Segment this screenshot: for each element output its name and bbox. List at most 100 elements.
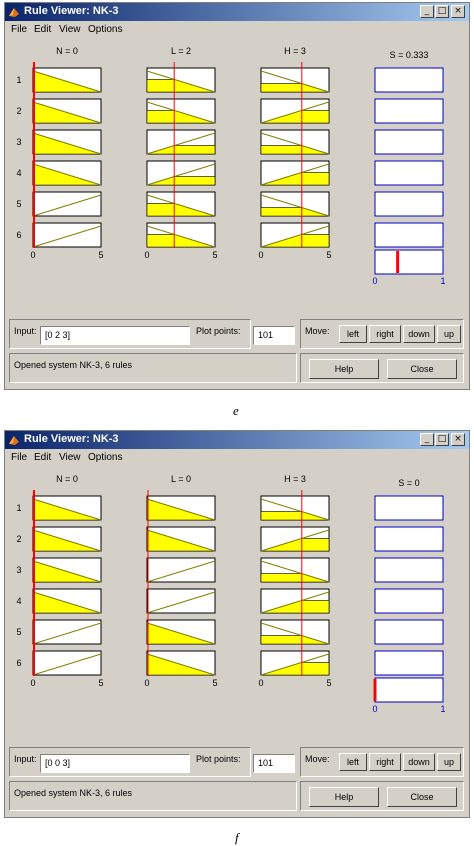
output-plot-box: [374, 160, 444, 186]
rule-viewer-window-e: Rule Viewer: NK-3 _ □ × File Edit View O…: [4, 2, 470, 390]
axis-min-label: 0: [144, 678, 149, 688]
output-plot-box: [374, 222, 444, 248]
window-title: Rule Viewer: NK-3: [24, 5, 119, 17]
input-variable-title: L = 2: [171, 46, 191, 56]
help-button[interactable]: Help: [309, 787, 379, 807]
move-down-button[interactable]: down: [403, 325, 435, 343]
rule-number: 6: [16, 230, 21, 240]
axis-max-label: 5: [98, 678, 103, 688]
rule-plot-area: N = 0L = 2H = 3S = 0.3331234560 5 0 5 0 50 1: [16, 46, 445, 286]
matlab-logo-icon: [9, 436, 19, 445]
move-down-button[interactable]: down: [403, 753, 435, 771]
menu-file[interactable]: File: [11, 24, 27, 35]
input-panel: Input: [0 2 3] Plot points:: [9, 319, 251, 349]
axis-min-label: 0: [144, 250, 149, 260]
status-panel: Opened system NK-3, 6 rules: [9, 353, 297, 383]
menu-bar: File Edit View Options: [5, 22, 469, 38]
move-up-button[interactable]: up: [437, 325, 461, 343]
input-variable-title: N = 0: [56, 46, 78, 56]
rule-number: 3: [16, 565, 21, 575]
move-left-button[interactable]: left: [339, 753, 367, 771]
rule-number: 2: [16, 106, 21, 116]
plot-points-field[interactable]: 101: [253, 326, 295, 345]
menu-file[interactable]: File: [11, 452, 27, 463]
minimize-button[interactable]: _: [420, 5, 434, 18]
axis-min-label: 0: [258, 678, 263, 688]
axis-max-label: 5: [326, 678, 331, 688]
help-close-panel: Help Close: [300, 781, 464, 811]
aggregated-output-box: [374, 249, 444, 275]
close-button[interactable]: Close: [387, 359, 457, 379]
move-up-button[interactable]: up: [437, 753, 461, 771]
axis-max-label: 5: [212, 250, 217, 260]
input-label: Input:: [14, 754, 37, 764]
input-variable-title: H = 3: [284, 474, 306, 484]
close-window-button[interactable]: ×: [451, 5, 465, 18]
output-axis-min-label: 0: [372, 276, 377, 286]
maximize-button[interactable]: □: [435, 5, 449, 18]
rule-number: 2: [16, 534, 21, 544]
maximize-button[interactable]: □: [435, 433, 449, 446]
output-plot-box: [374, 619, 444, 645]
axis-max-label: 5: [212, 678, 217, 688]
title-bar: Rule Viewer: NK-3 _ □ ×: [5, 431, 469, 449]
output-plot-box: [374, 191, 444, 217]
input-label: Input:: [14, 326, 37, 336]
move-right-button[interactable]: right: [369, 753, 401, 771]
output-axis-max-label: 1: [440, 276, 445, 286]
input-field[interactable]: [0 2 3]: [40, 326, 190, 345]
rule-number: 4: [16, 168, 21, 178]
axis-min-label: 0: [30, 678, 35, 688]
rule-number: 1: [16, 503, 21, 513]
output-plot-box: [374, 557, 444, 583]
axis-min-label: 0: [258, 250, 263, 260]
help-button[interactable]: Help: [309, 359, 379, 379]
status-panel: Opened system NK-3, 6 rules: [9, 781, 297, 811]
output-plot-box: [374, 495, 444, 521]
input-panel: Input: [0 0 3] Plot points:: [9, 747, 251, 777]
status-text: Opened system NK-3, 6 rules: [14, 360, 133, 370]
output-variable-title: S = 0: [398, 478, 419, 488]
close-window-button[interactable]: ×: [451, 433, 465, 446]
plot-points-label: Plot points:: [196, 754, 241, 764]
move-right-button[interactable]: right: [369, 325, 401, 343]
caption-e: e: [233, 403, 239, 418]
rule-number: 1: [16, 75, 21, 85]
aggregated-output-box: [374, 677, 444, 703]
plot-points-field[interactable]: 101: [253, 754, 295, 773]
output-axis-min-label: 0: [372, 704, 377, 714]
rule-viewer-window-f: Rule Viewer: NK-3 _ □ × File Edit View O…: [4, 430, 470, 818]
rule-number: 5: [16, 627, 21, 637]
caption-f: f: [235, 830, 239, 845]
rule-number: 5: [16, 199, 21, 209]
move-panel: Move: left right down up: [300, 319, 464, 349]
minimize-button[interactable]: _: [420, 433, 434, 446]
menu-view[interactable]: View: [59, 452, 81, 463]
axis-max-label: 5: [98, 250, 103, 260]
output-plot-box: [374, 129, 444, 155]
close-button[interactable]: Close: [387, 787, 457, 807]
title-bar: Rule Viewer: NK-3 _ □ ×: [5, 3, 469, 21]
menu-options[interactable]: Options: [88, 24, 122, 35]
menu-view[interactable]: View: [59, 24, 81, 35]
axis-min-label: 0: [30, 250, 35, 260]
move-left-button[interactable]: left: [339, 325, 367, 343]
output-variable-title: S = 0.333: [390, 50, 429, 60]
input-variable-title: H = 3: [284, 46, 306, 56]
input-field[interactable]: [0 0 3]: [40, 754, 190, 773]
menu-options[interactable]: Options: [88, 452, 122, 463]
move-label: Move:: [305, 754, 330, 764]
menu-bar: File Edit View Options: [5, 450, 469, 466]
input-variable-title: L = 0: [171, 474, 191, 484]
menu-edit[interactable]: Edit: [34, 24, 51, 35]
output-plot-box: [374, 98, 444, 124]
axis-max-label: 5: [326, 250, 331, 260]
output-plot-box: [374, 526, 444, 552]
menu-edit[interactable]: Edit: [34, 452, 51, 463]
output-plot-box: [374, 67, 444, 93]
rule-number: 3: [16, 137, 21, 147]
input-variable-title: N = 0: [56, 474, 78, 484]
output-plot-box: [374, 650, 444, 676]
help-close-panel: Help Close: [300, 353, 464, 383]
output-axis-max-label: 1: [440, 704, 445, 714]
